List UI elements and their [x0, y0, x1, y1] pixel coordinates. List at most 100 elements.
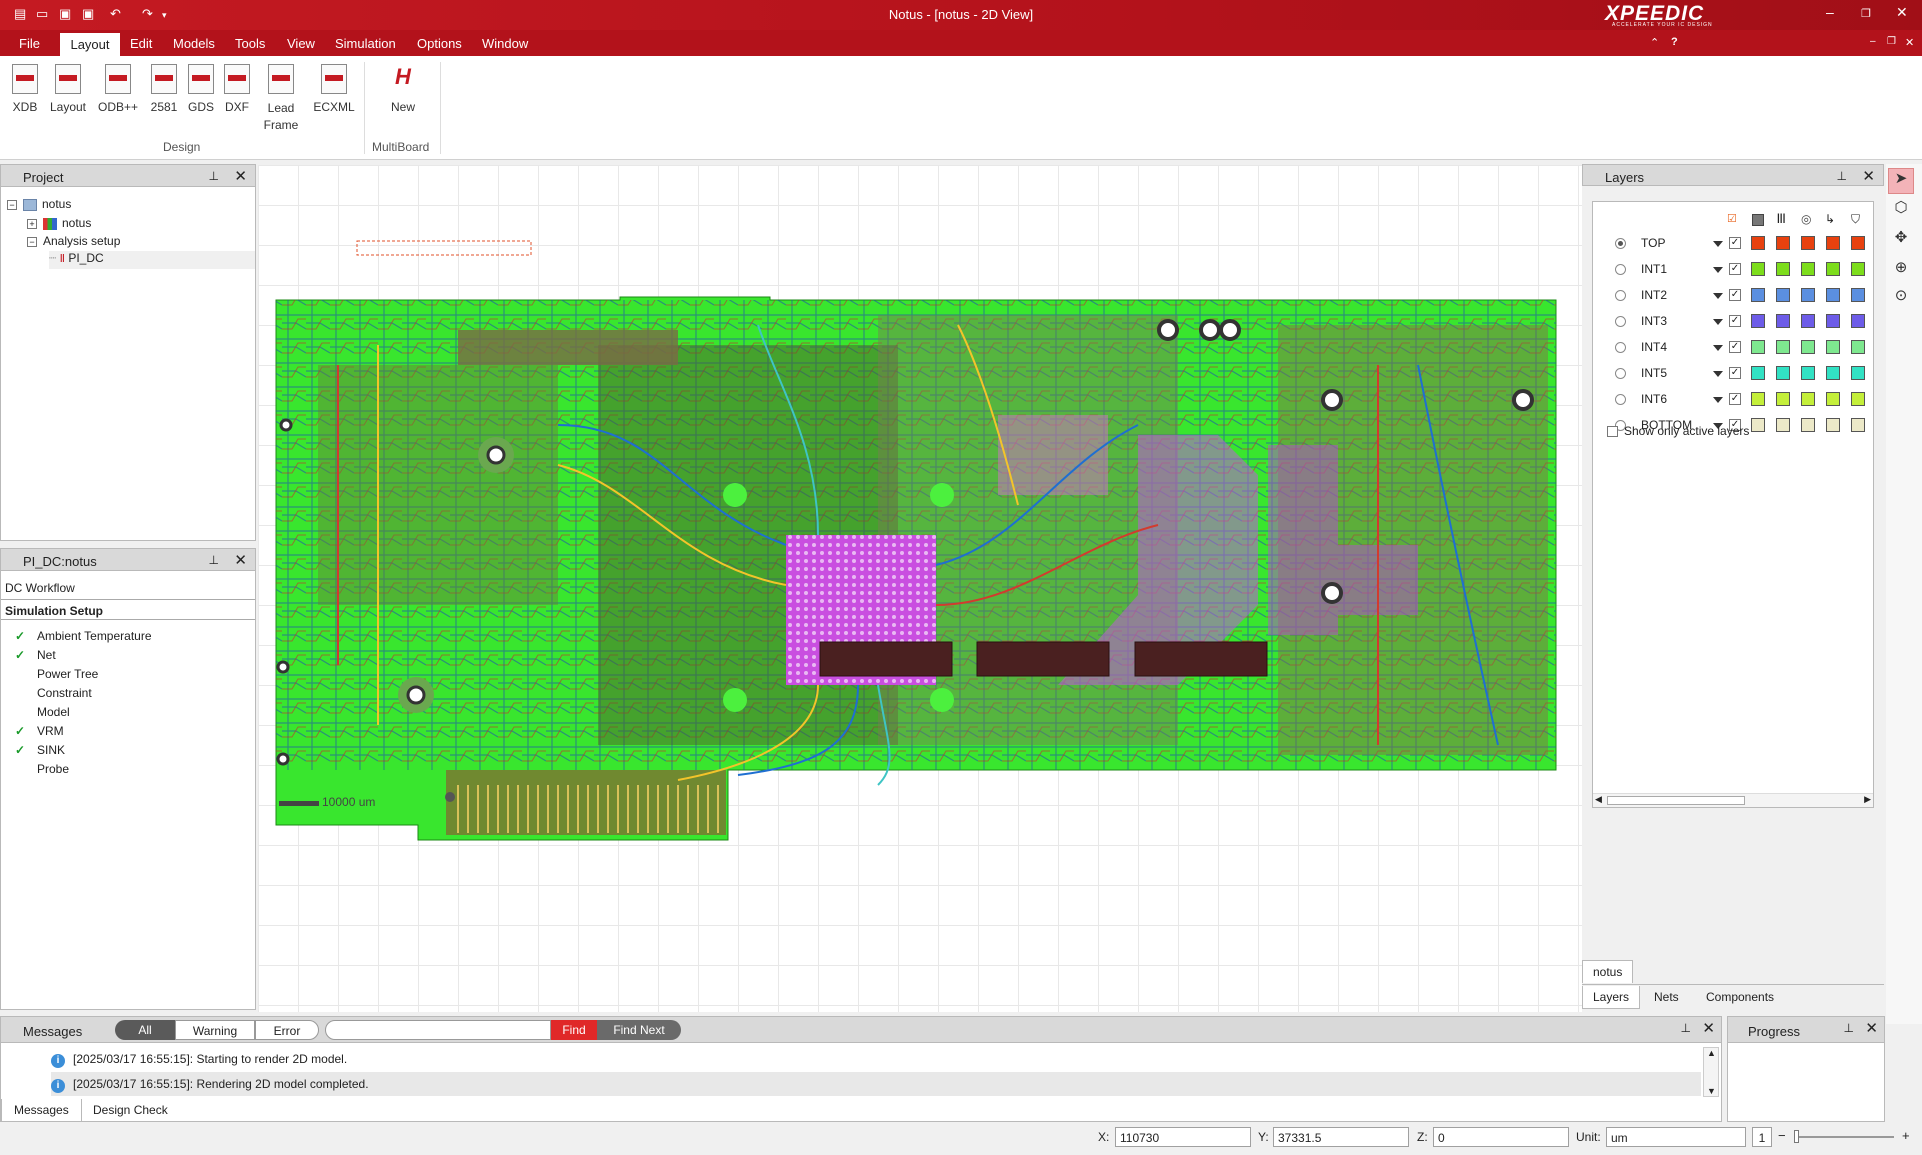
import-dxf-button[interactable]: DXF [222, 64, 252, 114]
layer-visible-checkbox[interactable]: ✓ [1729, 315, 1741, 327]
show-only-active-layers[interactable]: Show only active layers [1607, 424, 1749, 438]
import-layout-button[interactable]: Layout [46, 64, 90, 114]
dropdown-arrow-icon[interactable] [1713, 293, 1723, 299]
import-gds-button[interactable]: GDS [186, 64, 216, 114]
close-icon[interactable]: ✕ [234, 167, 247, 185]
layer-color-swatch[interactable] [1851, 418, 1865, 432]
menu-options[interactable]: Options [417, 36, 462, 51]
zoom-in-icon[interactable]: + [1902, 1128, 1910, 1143]
layer-radio[interactable] [1615, 368, 1626, 379]
3d-view-icon[interactable]: ⬡ [1888, 198, 1914, 224]
import-lead-frame-button[interactable]: Lead Frame [258, 64, 304, 134]
collapse-icon[interactable]: − [7, 199, 17, 210]
layer-color-swatch[interactable] [1776, 418, 1790, 432]
message-row[interactable]: i [2025/03/17 16:55:15]: Rendering 2D mod… [51, 1072, 1701, 1096]
layer-color-swatch[interactable] [1851, 262, 1865, 276]
close-icon[interactable]: ✕ [1865, 1019, 1878, 1037]
layer-radio[interactable] [1615, 316, 1626, 327]
message-row[interactable]: i [2025/03/17 16:55:15]: Starting to rend… [51, 1047, 1701, 1071]
menu-tools[interactable]: Tools [235, 36, 265, 51]
workflow-step[interactable]: ✓ Ambient Temperature [15, 629, 152, 643]
layer-color-swatch[interactable] [1826, 366, 1840, 380]
layer-color-swatch[interactable] [1751, 418, 1765, 432]
dropdown-arrow-icon[interactable] [1713, 267, 1723, 273]
minimize-icon[interactable]: – [1826, 4, 1834, 20]
close-icon[interactable]: ✕ [1862, 167, 1875, 185]
tab-design-notus[interactable]: notus [1582, 960, 1634, 983]
close-icon[interactable]: ✕ [1702, 1019, 1715, 1037]
layer-visible-checkbox[interactable]: ✓ [1729, 341, 1741, 353]
tree-item-analysis-setup[interactable]: − Analysis setup [27, 234, 120, 248]
layer-row[interactable]: INT5 ✓ [1593, 362, 1883, 388]
layer-color-swatch[interactable] [1826, 418, 1840, 432]
layer-color-swatch[interactable] [1851, 314, 1865, 328]
multiboard-new-button[interactable]: H New [386, 64, 420, 114]
select-pointer-icon[interactable]: ➤ [1888, 168, 1914, 194]
restore-icon[interactable]: ❐ [1861, 7, 1871, 20]
menu-window[interactable]: Window [482, 36, 528, 51]
menu-file[interactable]: File [19, 36, 40, 51]
layer-color-swatch[interactable] [1751, 288, 1765, 302]
menu-view[interactable]: View [287, 36, 315, 51]
close-icon[interactable]: ✕ [234, 551, 247, 569]
layer-radio[interactable] [1615, 342, 1626, 353]
layer-color-swatch[interactable] [1776, 392, 1790, 406]
dropdown-arrow-icon[interactable] [1713, 241, 1723, 247]
layer-color-swatch[interactable] [1826, 236, 1840, 250]
menu-edit[interactable]: Edit [130, 36, 152, 51]
pin-icon[interactable]: ⊥ [1844, 1021, 1854, 1035]
layer-color-swatch[interactable] [1801, 366, 1815, 380]
layer-color-swatch[interactable] [1851, 288, 1865, 302]
horizontal-scrollbar[interactable]: ◀ ▶ [1593, 793, 1873, 807]
zoom-out-icon[interactable]: − [1778, 1128, 1786, 1143]
layer-row[interactable]: INT4 ✓ [1593, 336, 1883, 362]
vertical-scrollbar[interactable]: ▲ ▼ [1703, 1047, 1719, 1097]
collapse-icon[interactable]: − [27, 236, 37, 247]
unit-field[interactable]: um [1606, 1127, 1746, 1147]
scroll-up-icon[interactable]: ▲ [1707, 1048, 1716, 1058]
layer-color-swatch[interactable] [1751, 366, 1765, 380]
message-search-input[interactable] [325, 1020, 551, 1040]
scroll-right-icon[interactable]: ▶ [1864, 794, 1871, 805]
layer-visible-checkbox[interactable]: ✓ [1729, 393, 1741, 405]
tab-nets[interactable]: Nets [1644, 986, 1689, 1008]
layer-color-swatch[interactable] [1826, 262, 1840, 276]
x-coordinate-field[interactable]: 110730 [1115, 1127, 1251, 1147]
layer-row[interactable]: INT2 ✓ [1593, 284, 1883, 310]
layer-color-swatch[interactable] [1751, 236, 1765, 250]
workflow-step[interactable]: ✓ SINK [15, 743, 65, 757]
workflow-step[interactable]: Probe [15, 762, 69, 776]
doc-restore-icon[interactable]: ❐ [1887, 36, 1896, 47]
import-xdb-button[interactable]: XDB [10, 64, 40, 114]
layer-visible-checkbox[interactable]: ✓ [1729, 367, 1741, 379]
layer-radio[interactable] [1615, 394, 1626, 405]
layer-row[interactable]: INT1 ✓ [1593, 258, 1883, 284]
tree-item-pi-dc[interactable]: ┈ Ⅱ PI_DC [49, 251, 255, 269]
y-coordinate-field[interactable]: 37331.5 [1273, 1127, 1409, 1147]
menu-models[interactable]: Models [173, 36, 215, 51]
layer-color-swatch[interactable] [1776, 288, 1790, 302]
dropdown-arrow-icon[interactable] [1713, 319, 1723, 325]
pan-icon[interactable]: ✥ [1888, 228, 1914, 254]
import-2581-button[interactable]: 2581 [146, 64, 182, 114]
tab-messages[interactable]: Messages [1, 1099, 82, 1122]
workflow-step[interactable]: Power Tree [15, 667, 98, 681]
show-only-active-checkbox[interactable] [1607, 426, 1618, 438]
workflow-step[interactable]: ✓ Net [15, 648, 56, 662]
tab-design-check[interactable]: Design Check [83, 1099, 178, 1121]
dropdown-arrow-icon[interactable] [1713, 371, 1723, 377]
z-coordinate-field[interactable]: 0 [1433, 1127, 1569, 1147]
find-next-button[interactable]: Find Next [597, 1020, 681, 1040]
scrollbar-thumb[interactable] [1607, 796, 1745, 805]
collapse-ribbon-icon[interactable]: ⌃ [1650, 36, 1659, 49]
layer-row[interactable]: TOP ✓ [1593, 232, 1883, 258]
expand-icon[interactable]: + [27, 218, 37, 229]
layer-color-swatch[interactable] [1776, 236, 1790, 250]
layer-color-swatch[interactable] [1801, 262, 1815, 276]
import-ecxml-button[interactable]: ECXML [311, 64, 357, 114]
filter-warning-button[interactable]: Warning [175, 1020, 255, 1040]
pin-icon[interactable]: ⊥ [209, 553, 219, 567]
pin-icon[interactable]: ⊥ [1681, 1021, 1691, 1035]
layer-color-swatch[interactable] [1751, 392, 1765, 406]
filter-error-button[interactable]: Error [255, 1020, 319, 1040]
